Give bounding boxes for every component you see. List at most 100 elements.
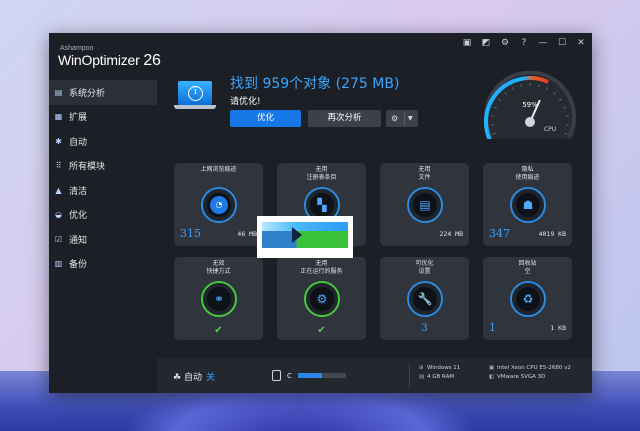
tile-big: 347: [489, 227, 510, 240]
tile-label: 上网浏览痕迹: [200, 166, 237, 173]
broken-link-icon: ⚭: [213, 292, 225, 306]
help-icon[interactable]: ?: [519, 38, 529, 49]
compass-icon: ◔: [210, 196, 228, 214]
cpu-label: Intel Xeon CPU E5-2680 v2: [497, 365, 571, 371]
notify-icon: ☑: [54, 234, 63, 244]
sidebar-item-label: 系统分析: [69, 88, 106, 99]
sidebar-item-label: 扩展: [69, 113, 88, 124]
sidebar-item-clean[interactable]: ▲ 清洁: [49, 178, 157, 203]
tile-ring: 🔧: [407, 281, 443, 317]
tile-ring: ⚭: [201, 281, 237, 317]
ram-label: 4 GB RAM: [427, 374, 455, 380]
tile-running-services[interactable]: 无用 正在运行的服务 ⚙ ✔: [277, 257, 366, 340]
sidebar-item-backup[interactable]: ▥ 备份: [49, 252, 157, 277]
gauge-caption: CPU: [544, 126, 556, 133]
tile-ring: ♻: [510, 281, 546, 317]
product-name: WinOptimizer: [58, 52, 140, 68]
tile-ring: ◔: [201, 187, 237, 223]
windows-icon: ⊞: [419, 365, 424, 371]
sidebar-item-notify[interactable]: ☑ 通知: [49, 227, 157, 252]
brand-name: Ashampoo: [60, 45, 94, 52]
auto-icon: ☘: [173, 373, 182, 383]
drive-usage: C: [272, 370, 346, 381]
app-logo: Ashampoo WinOptimizer 26: [58, 45, 161, 70]
tile-ring: ▤: [407, 187, 443, 223]
system-info-os: ⊞ Windows 11 ▤ 4 GB RAM: [419, 364, 460, 382]
tile-small: 46 MB: [237, 230, 257, 238]
titlebar-icons: ▣ ◩ ⚙? — ☐ ✕: [462, 38, 586, 49]
system-info-hw: ▣ Intel Xeon CPU E5-2680 v2 ◧ VMware SVGA …: [489, 364, 571, 382]
analysis-icon: ▤: [54, 87, 63, 97]
file-icon: ▤: [419, 198, 431, 212]
sidebar-item-label: 自动: [69, 137, 88, 148]
optimize-button[interactable]: 优化: [230, 110, 301, 127]
user-shield-icon: ☗: [522, 198, 534, 212]
reanalyze-button[interactable]: 再次分析: [308, 110, 381, 127]
tile-label: 无效 快捷方式: [206, 260, 231, 275]
tile-small: 224 MB: [439, 230, 463, 238]
tile-optimizable-settings[interactable]: 可优化 设置 🔧 3: [380, 257, 469, 340]
gauge-value: 59%: [522, 101, 538, 109]
sidebar-item-all-modules[interactable]: ⠿ 所有模块: [49, 154, 157, 179]
drive-letter: C: [287, 371, 292, 380]
minimize-icon[interactable]: —: [538, 38, 548, 49]
laptop-info-icon: [174, 81, 216, 113]
tile-label: 回收站 空: [518, 260, 537, 275]
app-window: ▣ ◩ ⚙? — ☐ ✕ Ashampoo WinOptimizer 26 ▤ 系统分析 ▦ 扩…: [49, 33, 592, 393]
settings-dropdown-button[interactable]: ⚙ ▼: [386, 110, 418, 127]
tile-label: 无用 正在运行的服务: [300, 260, 343, 275]
tile-recycle-bin[interactable]: 回收站 空 ♻ 1 1 KB: [483, 257, 572, 340]
chart-icon[interactable]: ◩: [481, 38, 491, 49]
tile-label: 无用 注册表条目: [306, 166, 337, 181]
sidebar-item-auto[interactable]: ✱ 自动: [49, 129, 157, 154]
sidebar-item-extension[interactable]: ▦ 扩展: [49, 105, 157, 130]
close-icon[interactable]: ✕: [576, 38, 586, 49]
gpu-icon: ◧: [489, 374, 495, 380]
sidebar-item-optimize[interactable]: ◒ 优化: [49, 203, 157, 228]
drive-usage-fill: [297, 373, 322, 378]
status-bar: ☘ 自动关 C ⊞ Windows 11 ▤ 4 GB RAM ▣ Intel Xeo…: [157, 358, 592, 393]
auto-state: 关: [205, 373, 215, 383]
gears-icon: ⚙: [316, 292, 328, 306]
backup-icon: ▥: [54, 259, 63, 269]
cpu-icon: ▣: [489, 365, 495, 371]
tile-junk-files[interactable]: 无用 文件 ▤ 224 MB: [380, 163, 469, 246]
wrench-icon: 🔧: [417, 292, 433, 306]
sidebar-item-label: 备份: [69, 260, 88, 271]
sidebar-item-label: 清洁: [69, 186, 88, 197]
clean-icon: ▲: [55, 185, 62, 195]
tile-small: 4019 KB: [538, 230, 566, 238]
tile-ring: ☗: [510, 187, 546, 223]
auto-mode-toggle[interactable]: ☘ 自动关: [173, 370, 215, 383]
tile-small: 1 KB: [550, 324, 566, 332]
tile-big: 1: [489, 321, 496, 334]
product-version: 26: [143, 52, 161, 69]
recycle-bin-icon: ♻: [522, 292, 534, 306]
cpu-gauge: 59% CPU: [484, 70, 576, 139]
tile-privacy-traces[interactable]: 隐私 使用痕迹 ☗ 347 4019 KB: [483, 163, 572, 246]
chat-icon[interactable]: ▣: [462, 38, 472, 49]
tile-ring: ⚙: [304, 281, 340, 317]
tile-label: 可优化 设置: [415, 260, 434, 275]
result-title: 找到 959个对象 (275 MB): [230, 76, 400, 92]
sidebar: ▤ 系统分析 ▦ 扩展 ✱ 自动 ⠿ 所有模块 ▲ 清洁 ◒ 优化 ☑ 通知 ▥ 备份: [49, 80, 157, 276]
tile-check: ✔: [317, 325, 326, 336]
tile-browsing-traces[interactable]: 上网浏览痕迹 ◔ 315 46 MB: [174, 163, 263, 246]
ram-icon: ▤: [419, 374, 425, 380]
sidebar-item-label: 优化: [69, 211, 88, 222]
hard-drive-icon: [272, 370, 281, 381]
loading-overlay-image: [257, 216, 353, 258]
maximize-icon[interactable]: ☐: [557, 38, 567, 49]
module-tiles: 上网浏览痕迹 ◔ 315 46 MB 无用 注册表条目 ▚ 无用 文件 ▤ 224 MB 隐私 使…: [174, 163, 574, 341]
all-modules-icon: ⠿: [55, 161, 62, 171]
auto-label: 自动: [183, 373, 202, 383]
tile-label: 隐私 使用痕迹: [515, 166, 540, 181]
tile-invalid-shortcuts[interactable]: 无效 快捷方式 ⚭ ✔: [174, 257, 263, 340]
gear-icon[interactable]: ⚙: [500, 38, 510, 49]
extension-icon: ▦: [54, 112, 63, 122]
sidebar-item-analysis[interactable]: ▤ 系统分析: [49, 80, 157, 105]
chevron-down-icon: ▼: [408, 115, 413, 122]
sidebar-item-label: 所有模块: [69, 162, 106, 173]
tile-big: 315: [180, 227, 201, 240]
gpu-label: VMware SVGA 3D: [497, 374, 546, 380]
